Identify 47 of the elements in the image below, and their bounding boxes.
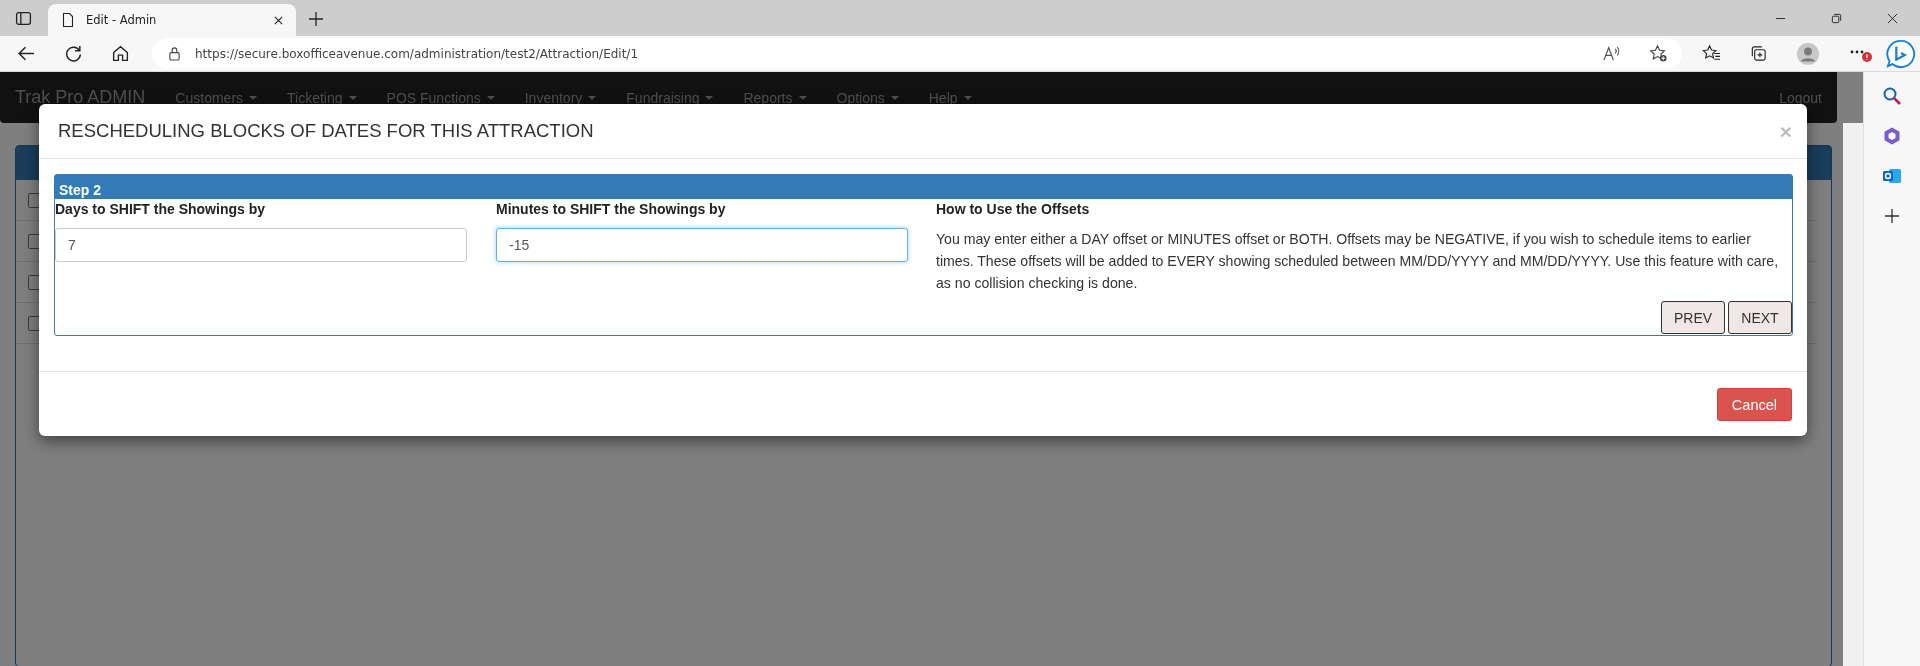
close-button[interactable]: × [1779, 120, 1792, 142]
scrollbar[interactable] [1843, 123, 1863, 666]
nav-menu-item[interactable]: Options [821, 89, 914, 106]
input-field[interactable]: 7 [55, 228, 467, 262]
new-tab-icon[interactable] [308, 11, 324, 27]
chat-assistant-icon[interactable] [1886, 38, 1916, 69]
favorites-icon[interactable] [1702, 44, 1721, 63]
add-icon[interactable] [1882, 206, 1902, 226]
page-icon [60, 12, 76, 28]
home-icon[interactable] [111, 44, 130, 63]
field-label: Days to SHIFT the Showings by [55, 201, 267, 219]
profile-avatar-icon[interactable] [1796, 41, 1820, 66]
address-bar[interactable]: https://secure.boxofficeavenue.com/administration/test2/Attraction/Edit/1 [152, 38, 1682, 69]
nav-menu-item[interactable]: Help [913, 89, 987, 106]
hexagon-logo-icon[interactable] [1882, 126, 1902, 146]
tab-actions-icon[interactable] [15, 10, 32, 27]
read-aloud-icon[interactable] [1602, 44, 1621, 63]
nav-menu-item[interactable]: Reports [728, 89, 822, 106]
url-text: https://secure.boxofficeavenue.com/administration/test2/Attraction/Edit/1 [195, 46, 639, 61]
refresh-icon[interactable] [64, 44, 83, 63]
step-button[interactable]: PREV [1661, 301, 1725, 334]
restore-icon[interactable] [1831, 13, 1842, 24]
modal-title: RESCHEDULING BLOCKS OF DATES FOR THIS ATTRACTION [58, 120, 594, 142]
collections-icon[interactable] [1749, 44, 1768, 63]
browser-tab[interactable]: Edit - Admin [48, 4, 296, 36]
nav-menu-item[interactable]: Customers [160, 89, 273, 106]
help-heading: How to Use the Offsets [936, 201, 1091, 219]
close-icon[interactable] [273, 14, 284, 26]
favorite-star-icon[interactable] [1649, 44, 1668, 63]
step-heading: Step 2 [55, 175, 1792, 199]
help-text: You may enter either a DAY offset or MINUTES offset or BOTH. Offsets may be NEGATIVE, if you wish to schedule items to earlier times. These offsets will be added to EVERY showing scheduled between MM/DD/YYYY and MM/DD/YYYY. Use this feature with care, as no collision checking is done. [936, 230, 1780, 293]
nav-menu-item[interactable]: POS Functions [371, 89, 510, 106]
search-icon[interactable] [1882, 86, 1902, 106]
brand-title[interactable]: Trak Pro ADMIN [0, 87, 161, 108]
field-label: Minutes to SHIFT the Showings by [496, 201, 727, 219]
close-icon[interactable] [1887, 13, 1898, 24]
tab-title: Edit - Admin [86, 13, 158, 27]
cancel-button[interactable]: Cancel [1716, 388, 1792, 421]
nav-menu-item[interactable]: Inventory [509, 89, 612, 106]
input-field[interactable]: -15 [496, 228, 908, 262]
mail-app-icon[interactable] [1882, 166, 1902, 186]
logout-link[interactable]: Logout [1764, 89, 1837, 106]
nav-menu-item[interactable]: Ticketing [272, 89, 372, 106]
step-button[interactable]: NEXT [1728, 301, 1792, 334]
nav-menu-item[interactable]: Fundraising [611, 89, 729, 106]
lock-icon [168, 46, 181, 61]
back-icon[interactable] [17, 44, 36, 63]
